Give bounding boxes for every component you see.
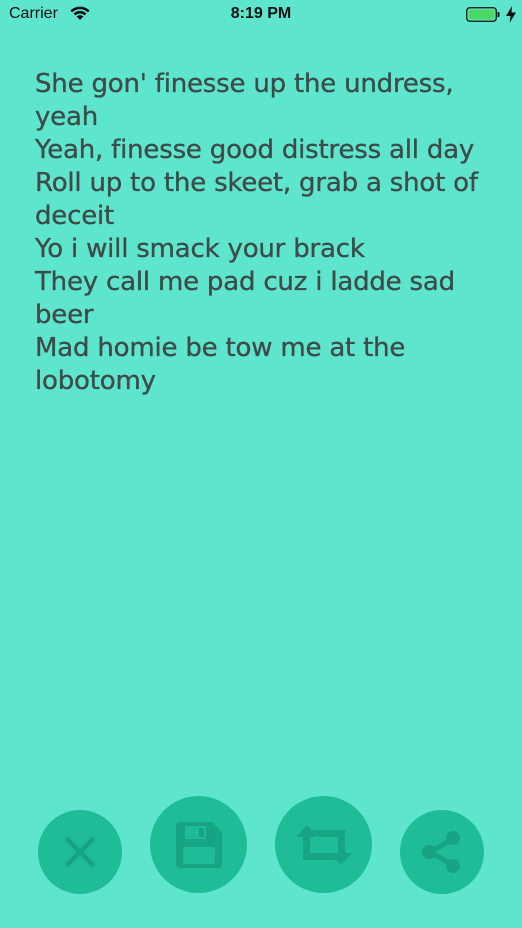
status-bar: Carrier 8:19 PM [0, 0, 522, 30]
clock: 8:19 PM [230, 5, 292, 22]
share-button[interactable] [400, 810, 484, 894]
share-icon [422, 831, 460, 873]
close-button[interactable] [38, 810, 122, 894]
lyric-line: Yeah, finesse good distress all day [35, 135, 475, 165]
close-icon [64, 836, 96, 868]
lyric-line: They call me pad cuz i ladde sad beer [35, 267, 455, 330]
lyrics-text: She gon' finesse up the undress, yeah Ye… [35, 68, 487, 398]
lyric-line: She gon' finesse up the undress, yeah [35, 69, 454, 132]
lyric-line: Mad homie be tow me at the lobotomy [35, 333, 406, 396]
battery-icon [466, 7, 500, 22]
repeat-icon [295, 824, 352, 865]
lyric-line: Roll up to the skeet, grab a shot of dec… [35, 168, 478, 231]
charging-icon [506, 6, 516, 23]
lyric-line: Yo i will smack your brack [35, 234, 365, 264]
save-icon [175, 821, 222, 868]
save-button[interactable] [150, 796, 247, 893]
repeat-button[interactable] [275, 796, 372, 893]
